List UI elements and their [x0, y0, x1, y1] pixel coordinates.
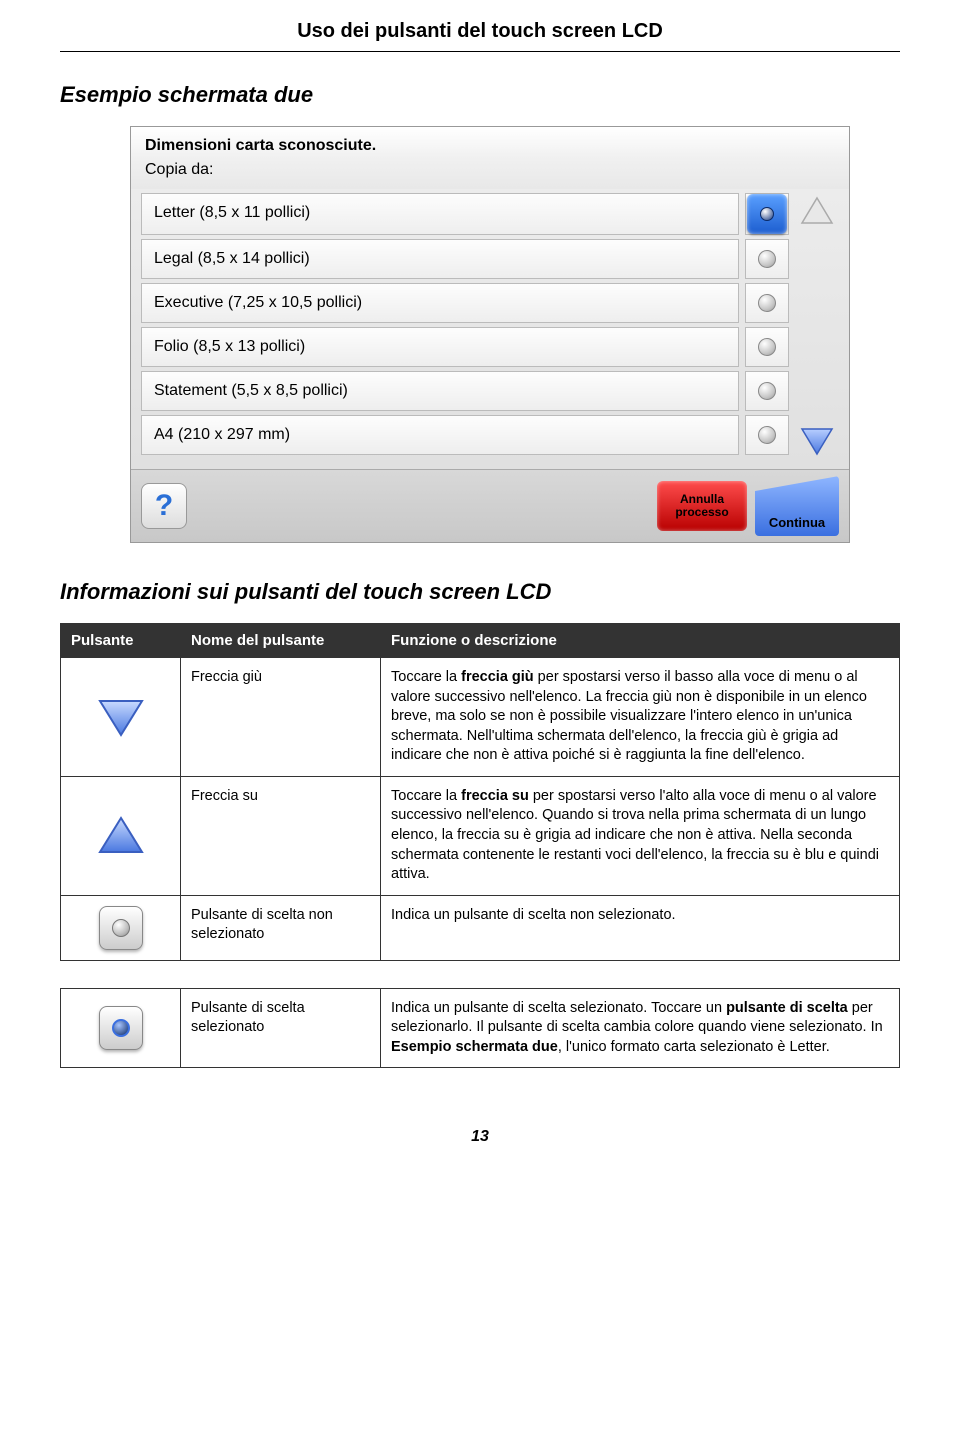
button-name: Pulsante di scelta selezionato — [181, 988, 381, 1068]
button-name: Pulsante di scelta non selezionato — [181, 895, 381, 960]
option-radio[interactable] — [745, 415, 789, 455]
option-radio[interactable] — [745, 283, 789, 323]
screenshot-body: Letter (8,5 x 11 pollici) Legal (8,5 x 1… — [131, 189, 849, 469]
option-label: Legal (8,5 x 14 pollici) — [141, 239, 739, 279]
icon-cell — [61, 895, 181, 960]
screenshot-footer: ? Annulla processo Continua — [131, 469, 849, 542]
icon-cell — [61, 988, 181, 1068]
button-desc: Toccare la freccia giù per spostarsi ver… — [381, 658, 900, 777]
option-label: A4 (210 x 297 mm) — [141, 415, 739, 455]
arrow-up-icon[interactable] — [799, 195, 835, 227]
buttons-table: Pulsante Nome del pulsante Funzione o de… — [60, 623, 900, 1068]
options-list: Letter (8,5 x 11 pollici) Legal (8,5 x 1… — [141, 193, 789, 459]
radio-unselected-icon — [99, 906, 143, 950]
option-row[interactable]: Folio (8,5 x 13 pollici) — [141, 327, 789, 367]
option-row[interactable]: A4 (210 x 297 mm) — [141, 415, 789, 455]
option-radio[interactable] — [745, 239, 789, 279]
option-label: Letter (8,5 x 11 pollici) — [141, 193, 739, 235]
radio-selected-icon — [99, 1006, 143, 1050]
cancel-label: Annulla processo — [661, 493, 743, 519]
option-row[interactable]: Legal (8,5 x 14 pollici) — [141, 239, 789, 279]
page-title: Uso dei pulsanti del touch screen LCD — [297, 20, 663, 42]
table-row: Freccia su Toccare la freccia su per spo… — [61, 776, 900, 895]
example-heading: Esempio schermata due — [60, 82, 900, 108]
page-header: Uso dei pulsanti del touch screen LCD — [60, 20, 900, 43]
option-label: Folio (8,5 x 13 pollici) — [141, 327, 739, 367]
option-row[interactable]: Letter (8,5 x 11 pollici) — [141, 193, 789, 235]
button-desc: Indica un pulsante di scelta selezionato… — [381, 988, 900, 1068]
arrow-down-icon — [96, 695, 146, 739]
col-name: Nome del pulsante — [181, 624, 381, 658]
option-radio-selected[interactable] — [745, 193, 789, 235]
option-radio[interactable] — [745, 371, 789, 411]
info-heading: Informazioni sui pulsanti del touch scre… — [60, 579, 900, 605]
divider — [60, 51, 900, 52]
arrow-down-icon[interactable] — [799, 425, 835, 457]
col-desc: Funzione o descrizione — [381, 624, 900, 658]
option-row[interactable]: Statement (5,5 x 8,5 pollici) — [141, 371, 789, 411]
col-button: Pulsante — [61, 624, 181, 658]
button-name: Freccia giù — [181, 658, 381, 777]
screenshot-subtitle: Copia da: — [131, 159, 849, 189]
continue-label: Continua — [769, 515, 825, 530]
icon-cell — [61, 658, 181, 777]
option-label: Executive (7,25 x 10,5 pollici) — [141, 283, 739, 323]
screenshot-title: Dimensioni carta sconosciute. — [131, 127, 849, 159]
icon-cell — [61, 776, 181, 895]
table-row: Pulsante di scelta non selezionato Indic… — [61, 895, 900, 960]
option-radio[interactable] — [745, 327, 789, 367]
screenshot-panel: Dimensioni carta sconosciute. Copia da: … — [130, 126, 850, 543]
option-label: Statement (5,5 x 8,5 pollici) — [141, 371, 739, 411]
arrow-up-icon — [96, 814, 146, 858]
button-name: Freccia su — [181, 776, 381, 895]
help-icon: ? — [155, 489, 173, 523]
button-desc: Indica un pulsante di scelta non selezio… — [381, 895, 900, 960]
help-button[interactable]: ? — [141, 483, 187, 529]
scroll-arrows — [789, 193, 839, 459]
option-row[interactable]: Executive (7,25 x 10,5 pollici) — [141, 283, 789, 323]
button-desc: Toccare la freccia su per spostarsi vers… — [381, 776, 900, 895]
table-row: Pulsante di scelta selezionato Indica un… — [61, 988, 900, 1068]
page-number: 13 — [60, 1128, 900, 1146]
table-row: Freccia giù Toccare la freccia giù per s… — [61, 658, 900, 777]
cancel-button[interactable]: Annulla processo — [657, 481, 747, 531]
continue-button[interactable]: Continua — [755, 476, 839, 536]
